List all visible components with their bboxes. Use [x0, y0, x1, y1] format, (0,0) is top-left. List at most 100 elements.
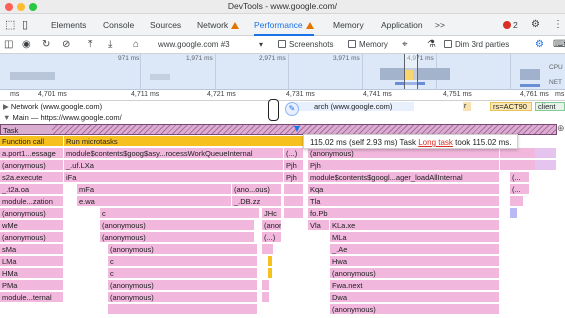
flame-block[interactable]: e.wa — [77, 196, 232, 207]
flame-block[interactable]: (anonymous) — [100, 220, 255, 231]
flame-block[interactable]: _.DB.zz — [232, 196, 282, 207]
flame-block[interactable]: module...ternal — [0, 292, 64, 303]
recording-select[interactable]: www.google.com #3 ▾ — [158, 38, 266, 52]
flame-block[interactable]: module$contents$googl...ager_loadAllInte… — [308, 172, 500, 183]
overview-selection-window[interactable] — [404, 54, 418, 89]
flame-block[interactable]: Fwa.next — [330, 280, 500, 291]
flame-block[interactable]: (anonymous) — [330, 268, 500, 279]
main-track-title[interactable]: ▼ Main — https://www.google.com/ — [3, 112, 122, 123]
flame-block[interactable] — [284, 184, 304, 195]
tab-memory[interactable]: Memory — [333, 14, 364, 36]
error-counter[interactable]: 2 — [503, 14, 518, 36]
network-track-header[interactable]: ▶ Network (www.google.com) — [3, 101, 102, 112]
flame-block[interactable] — [535, 160, 557, 171]
flame-block[interactable]: c — [100, 208, 260, 219]
flame-block[interactable]: Pjh — [308, 160, 500, 171]
network-request-search[interactable]: arch (www.google.com) — [296, 102, 414, 111]
flame-block[interactable] — [108, 304, 258, 315]
more-options-icon[interactable]: ⋮ — [553, 14, 563, 36]
flame-block[interactable] — [268, 268, 273, 279]
flame-block[interactable]: c — [108, 268, 258, 279]
zoom-plus-icon[interactable]: ⊕ — [557, 124, 565, 134]
flame-block[interactable]: (anonymous) — [108, 292, 258, 303]
flame-block[interactable]: (anonymous) — [100, 232, 255, 243]
reload-record-button[interactable]: ↻ — [42, 38, 50, 52]
flame-block[interactable]: wMe — [0, 220, 64, 231]
broom-icon[interactable]: ⌖ — [402, 38, 408, 52]
flame-block[interactable]: s2a.execute — [0, 172, 64, 183]
flame-block[interactable] — [535, 148, 557, 159]
capture-settings-icon[interactable]: ⚙ — [535, 38, 544, 52]
flame-block[interactable]: PMa — [0, 280, 64, 291]
upload-icon[interactable]: ⤒ — [88, 38, 92, 52]
tab-performance[interactable]: Performance — [254, 14, 314, 36]
flame-chart[interactable]: Task ⊕ Function call Run microtasks a.po… — [0, 124, 565, 318]
tab-network[interactable]: Network — [197, 14, 240, 36]
flame-block[interactable] — [284, 196, 304, 207]
flame-block[interactable]: _.t2a.oa — [0, 184, 64, 195]
flame-block[interactable] — [268, 256, 273, 267]
flame-block[interactable]: (anonymous) — [0, 208, 64, 219]
tab-sources[interactable]: Sources — [150, 14, 181, 36]
main-track-header[interactable]: ▼ Main — https://www.google.com/ — [0, 112, 565, 123]
long-task-link[interactable]: Long task — [418, 138, 453, 147]
download-icon[interactable]: ⤓ — [108, 38, 112, 52]
flame-block[interactable]: iFa — [64, 172, 284, 183]
flame-block[interactable]: _.uf.LXa — [64, 160, 284, 171]
flame-block[interactable]: mFa — [77, 184, 232, 195]
run-microtasks-block[interactable]: Run microtasks — [64, 136, 304, 147]
screenshots-checkbox[interactable]: Screenshots — [278, 38, 333, 52]
flame-block[interactable]: Hwa — [330, 256, 500, 267]
clear-icon[interactable]: ⊘ — [62, 38, 70, 52]
flame-block[interactable]: (ano...ous) — [232, 184, 282, 195]
flame-block[interactable]: (... — [510, 184, 530, 195]
flame-block[interactable]: (anonymous) — [0, 160, 64, 171]
tab-console[interactable]: Console — [103, 14, 134, 36]
flame-block[interactable]: Pjh — [284, 172, 304, 183]
flame-block[interactable] — [510, 196, 524, 207]
flame-block[interactable]: Vla — [308, 220, 330, 231]
flame-block[interactable]: (anonymous) — [108, 280, 258, 291]
flame-block[interactable]: module$contents$goog$asy...rocessWorkQue… — [64, 148, 284, 159]
flame-block[interactable]: _.Ae — [330, 244, 500, 255]
flame-block[interactable]: Dwa — [330, 292, 500, 303]
tab-elements[interactable]: Elements — [51, 14, 86, 36]
flame-block[interactable]: module...zation — [0, 196, 64, 207]
network-request-client[interactable]: client_ — [535, 102, 565, 111]
dim-third-parties-checkbox[interactable]: Dim 3rd parties — [444, 38, 509, 52]
settings-gear-icon[interactable]: ⚙ — [531, 14, 540, 36]
flame-block[interactable]: HMa — [0, 268, 64, 279]
flame-block[interactable]: KLa.xe — [330, 220, 500, 231]
inspect-element-icon[interactable]: ⬚ — [5, 14, 15, 36]
function-call-block[interactable]: Function call — [0, 136, 64, 147]
flame-block[interactable]: Tla — [308, 196, 500, 207]
flame-block[interactable]: LMa — [0, 256, 64, 267]
flame-block[interactable] — [510, 208, 518, 219]
flame-block[interactable] — [262, 280, 270, 291]
tab-application[interactable]: Application — [381, 14, 423, 36]
flame-block[interactable]: (...) — [262, 232, 282, 243]
network-track[interactable]: ▶ Network (www.google.com) arch (www.goo… — [0, 101, 565, 112]
flame-block[interactable]: Kqa — [308, 184, 500, 195]
flame-block[interactable]: c — [108, 256, 258, 267]
flame-block[interactable]: (anonymous) — [0, 232, 64, 243]
flame-block[interactable]: sMa — [0, 244, 64, 255]
home-icon[interactable]: ⌂ — [133, 38, 139, 52]
flame-block[interactable]: JHc — [262, 208, 282, 219]
flame-block[interactable]: (anonymous) — [262, 220, 282, 231]
flame-block[interactable]: (...) — [284, 148, 304, 159]
flame-block[interactable]: Pjh — [284, 160, 304, 171]
network-request-rs[interactable]: rs=ACT90 — [490, 102, 532, 111]
flame-block[interactable]: fo.Pb — [308, 208, 500, 219]
flame-block[interactable] — [284, 208, 304, 219]
annotate-pencil-icon[interactable]: ✎ — [285, 102, 299, 116]
memory-checkbox[interactable]: Memory — [348, 38, 388, 52]
device-toolbar-icon[interactable]: ▯ — [22, 14, 28, 36]
shortcuts-icon[interactable]: ⌨ — [553, 38, 565, 52]
flame-block[interactable]: MLa — [330, 232, 500, 243]
flame-block[interactable]: (... — [510, 172, 530, 183]
more-tabs-button[interactable]: >> — [435, 14, 445, 36]
flame-block[interactable] — [262, 292, 270, 303]
record-button[interactable]: ◉ — [22, 38, 31, 52]
flame-block[interactable] — [262, 244, 274, 255]
